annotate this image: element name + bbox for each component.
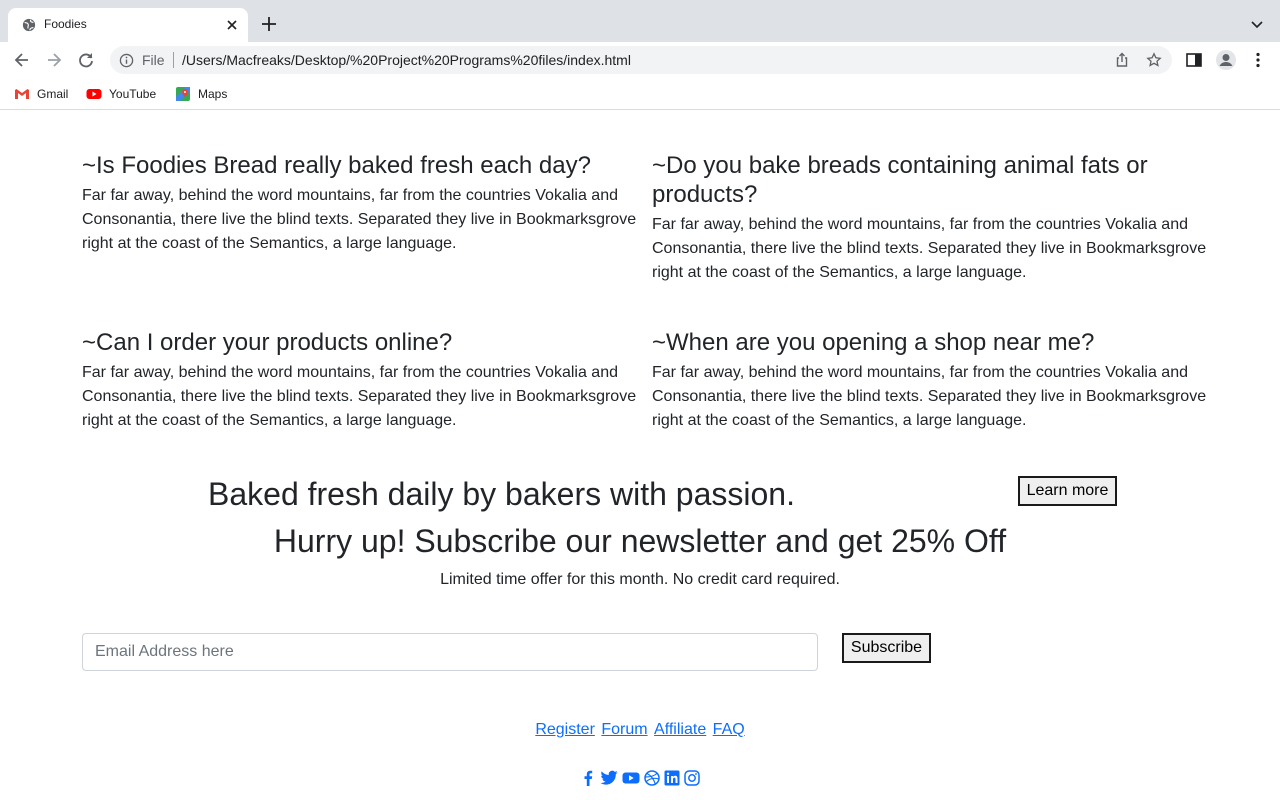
faq-question: ~Is Foodies Bread really baked fresh eac… [82,152,591,179]
info-icon[interactable] [119,53,134,68]
faq-question: ~Do you bake breads containing animal fa… [652,152,1148,208]
subscribe-button[interactable]: Subscribe [842,633,931,663]
faq-link[interactable]: FAQ [713,721,745,738]
bookmark-maps[interactable]: Maps [175,84,227,104]
faq-item: ~When are you opening a shop near me? Fa… [652,328,1208,433]
faq-item: ~Can I order your products online? Far f… [82,328,638,433]
faq-answer: Far far away, behind the word mountains,… [652,216,1207,281]
affiliate-link[interactable]: Affiliate [654,721,706,738]
footer-links: Register Forum Affiliate FAQ [0,721,1280,739]
faq-item: ~Do you bake breads containing animal fa… [652,151,1208,285]
scheme-label: File [142,52,165,68]
share-icon[interactable] [1114,52,1130,68]
bookmarks-bar: Gmail YouTube Maps [0,78,1280,110]
dribbble-icon[interactable] [644,770,660,786]
gmail-icon [15,89,29,99]
tab-strip: Foodies [0,0,1280,42]
youtube-icon [86,89,102,99]
newsletter-title: Hurry up! Subscribe our newsletter and g… [273,523,1007,559]
forward-icon[interactable] [44,50,64,70]
linkedin-icon[interactable] [664,770,680,786]
faq-question: ~When are you opening a shop near me? [652,329,1095,356]
email-input[interactable] [82,633,818,671]
maps-icon [176,87,190,101]
register-link[interactable]: Register [535,721,595,738]
twitter-icon[interactable] [600,770,618,786]
globe-icon [22,18,36,32]
instagram-icon[interactable] [684,770,700,786]
address-bar[interactable]: File /Users/Macfreaks/Desktop/%20Project… [110,46,1172,74]
facebook-icon[interactable] [580,770,596,786]
faq-answer: Far far away, behind the word mountains,… [82,364,637,429]
chevron-down-icon[interactable] [1248,15,1266,33]
browser-tab[interactable]: Foodies [8,8,248,42]
social-links [0,770,1280,786]
profile-avatar-icon[interactable] [1215,49,1237,71]
bookmark-youtube[interactable]: YouTube [86,84,156,104]
star-icon[interactable] [1146,52,1162,68]
youtube-icon[interactable] [622,770,640,786]
faq-answer: Far far away, behind the word mountains,… [652,364,1207,429]
back-icon[interactable] [12,50,32,70]
close-icon[interactable] [224,17,240,33]
url-text[interactable]: /Users/Macfreaks/Desktop/%20Project%20Pr… [182,52,631,68]
faq-answer: Far far away, behind the word mountains,… [82,187,637,252]
newsletter-subtitle: Limited time offer for this month. No cr… [440,571,840,588]
learn-more-button[interactable]: Learn more [1018,476,1117,506]
divider [173,52,174,68]
tab-title: Foodies [44,17,87,31]
forum-link[interactable]: Forum [601,721,647,738]
reload-icon[interactable] [76,50,96,70]
browser-toolbar: File /Users/Macfreaks/Desktop/%20Project… [0,42,1280,78]
faq-question: ~Can I order your products online? [82,329,453,356]
menu-kebab-icon[interactable] [1249,51,1267,69]
faq-item: ~Is Foodies Bread really baked fresh eac… [82,151,638,256]
new-tab-icon[interactable] [258,13,280,35]
hero-headline: Baked fresh daily by bakers with passion… [208,476,795,512]
side-panel-icon[interactable] [1185,51,1203,69]
bookmark-gmail[interactable]: Gmail [14,84,68,104]
